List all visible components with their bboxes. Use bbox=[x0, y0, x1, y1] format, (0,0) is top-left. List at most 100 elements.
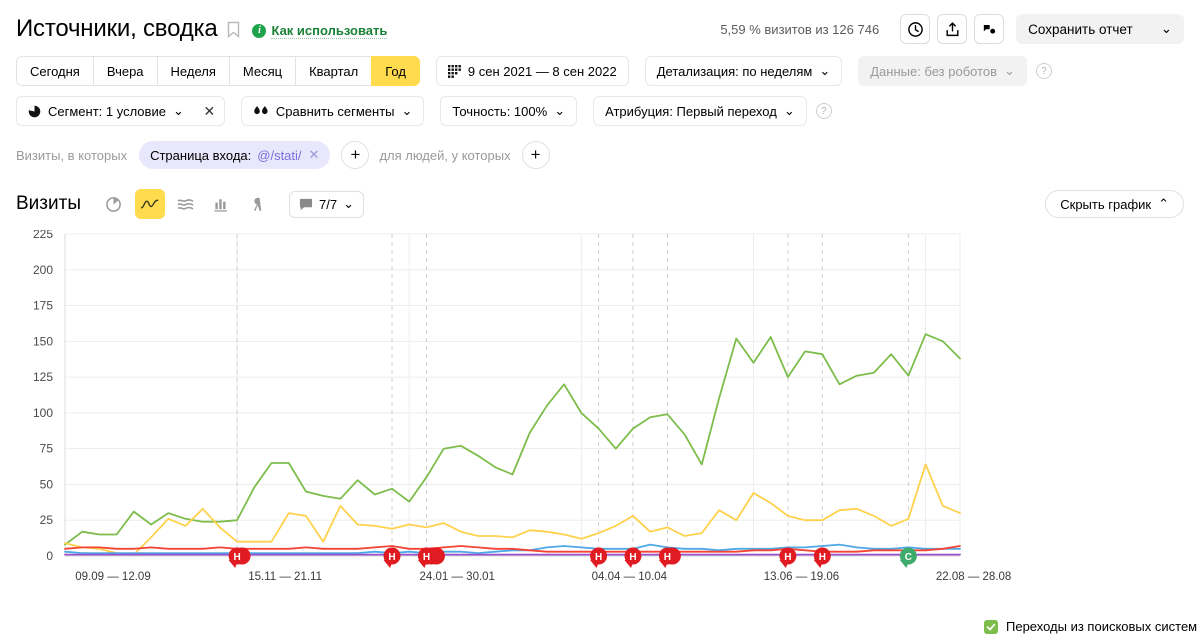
chevron-down-icon: ⌄ bbox=[1004, 63, 1015, 79]
x-axis-tick-label: 09.09 — 12.09 bbox=[75, 571, 150, 583]
chart-area: 025507510012515017520022509.09 — 12.0915… bbox=[0, 230, 1200, 590]
chart-header: Визиты bbox=[0, 188, 1200, 220]
y-axis-tick-label: 75 bbox=[40, 442, 54, 456]
chart-annotation-marker[interactable]: Н bbox=[418, 548, 445, 569]
annotation-letter: С bbox=[905, 552, 912, 563]
chart-comments-count: 7/7 bbox=[319, 197, 337, 212]
y-axis-tick-label: 50 bbox=[40, 477, 54, 491]
visits-line-chart[interactable]: 025507510012515017520022509.09 — 12.0915… bbox=[0, 230, 1200, 600]
calendar-icon bbox=[448, 65, 461, 78]
y-axis-tick-label: 200 bbox=[33, 263, 53, 277]
filter-prefix-label: Визиты, в которых bbox=[16, 148, 127, 163]
y-axis-tick-label: 225 bbox=[33, 230, 53, 241]
bar-chart-mode-button[interactable] bbox=[207, 189, 237, 219]
chart-series-line bbox=[65, 464, 960, 554]
segment-toolbar: Сегмент: 1 условие ⌄ ✕ Сравнить сегменты… bbox=[0, 96, 1200, 126]
page-header: Источники, сводка i Как использовать 5,5… bbox=[0, 0, 1200, 46]
segment-label: Сегмент: 1 условие bbox=[48, 104, 166, 119]
hide-chart-label: Скрыть график bbox=[1060, 197, 1151, 212]
filter-row: Визиты, в которых Страница входа: @/stat… bbox=[0, 140, 1200, 170]
chart-comments-dropdown[interactable]: 7/7 ⌄ bbox=[289, 191, 364, 218]
data-source-help-icon[interactable]: ? bbox=[1036, 63, 1052, 79]
share-icon-button[interactable] bbox=[937, 14, 967, 44]
filter-chip-label: Страница входа: bbox=[150, 148, 251, 163]
chart-legend: Переходы из поисковых систем Прямые захо… bbox=[984, 619, 1200, 641]
detail-level-dropdown[interactable]: Детализация: по неделям ⌄ bbox=[645, 56, 843, 86]
y-axis-tick-label: 150 bbox=[33, 334, 53, 348]
hide-chart-button[interactable]: Скрыть график ⌃ bbox=[1045, 190, 1184, 218]
how-to-use-link[interactable]: i Как использовать bbox=[252, 23, 387, 39]
chart-annotation-marker[interactable]: Н bbox=[659, 548, 681, 569]
chart-annotation-marker[interactable]: Н bbox=[779, 548, 796, 569]
visits-stat: 5,59 % визитов из 126 746 bbox=[720, 22, 879, 37]
x-axis-tick-label: 15.11 — 21.11 bbox=[248, 571, 322, 583]
period-button-yesterday[interactable]: Вчера bbox=[93, 56, 157, 86]
add-people-condition-button[interactable]: + bbox=[522, 141, 550, 169]
line-chart-mode-button[interactable] bbox=[135, 189, 165, 219]
accuracy-dropdown[interactable]: Точность: 100% ⌄ bbox=[440, 96, 577, 126]
detail-level-label: Детализация: по неделям bbox=[657, 64, 813, 79]
annotation-letter: Н bbox=[784, 552, 791, 563]
date-range-value: 9 сен 2021 — 8 сен 2022 bbox=[468, 64, 617, 79]
chart-annotation-marker[interactable]: Н bbox=[590, 548, 607, 569]
save-report-button[interactable]: Сохранить отчет ⌄ bbox=[1016, 14, 1184, 44]
period-button-year[interactable]: Год bbox=[371, 56, 420, 86]
compare-icon bbox=[253, 105, 269, 118]
y-axis-tick-label: 125 bbox=[33, 370, 53, 384]
chart-annotation-marker[interactable]: Н bbox=[229, 548, 251, 569]
annotation-letter: Н bbox=[233, 552, 240, 563]
how-to-use-label: Как использовать bbox=[271, 23, 387, 39]
map-pin-mode-button[interactable] bbox=[243, 189, 273, 219]
filter-chip-value: @/stati/ bbox=[257, 148, 301, 163]
close-icon[interactable]: ✕ bbox=[309, 147, 320, 163]
comment-icon-button[interactable] bbox=[974, 14, 1004, 44]
filter-chip-entrance-page[interactable]: Страница входа: @/stati/ ✕ bbox=[139, 141, 330, 169]
accuracy-label: Точность: 100% bbox=[452, 104, 547, 119]
period-button-today[interactable]: Сегодня bbox=[16, 56, 93, 86]
chevron-down-icon: ⌄ bbox=[343, 196, 354, 212]
chart-annotation-marker[interactable]: Н bbox=[624, 548, 641, 569]
legend-label: Переходы из поисковых систем bbox=[1006, 619, 1197, 634]
period-toolbar: Сегодня Вчера Неделя Месяц Квартал Год 9… bbox=[0, 56, 1200, 86]
comment-bubble-icon bbox=[299, 198, 313, 211]
line-chart-icon bbox=[140, 196, 159, 213]
attribution-help-icon[interactable]: ? bbox=[816, 103, 832, 119]
area-chart-icon bbox=[176, 196, 195, 213]
period-button-month[interactable]: Месяц bbox=[229, 56, 295, 86]
chart-annotation-marker[interactable]: Н bbox=[814, 548, 831, 569]
x-axis-tick-label: 24.01 — 30.01 bbox=[420, 571, 495, 583]
y-axis-tick-label: 175 bbox=[33, 299, 53, 313]
annotation-letter: Н bbox=[819, 552, 826, 563]
period-button-quarter[interactable]: Квартал bbox=[295, 56, 371, 86]
date-range-picker[interactable]: 9 сен 2021 — 8 сен 2022 bbox=[436, 56, 629, 86]
legend-swatch bbox=[984, 620, 998, 634]
metrica-report-page: Источники, сводка i Как использовать 5,5… bbox=[0, 0, 1200, 641]
period-button-week[interactable]: Неделя bbox=[157, 56, 229, 86]
chevron-down-icon: ⌄ bbox=[554, 103, 565, 119]
clock-icon bbox=[907, 21, 924, 38]
annotation-letter: Н bbox=[664, 552, 671, 563]
segment-dropdown[interactable]: Сегмент: 1 условие ⌄ bbox=[16, 96, 195, 126]
bar-chart-icon bbox=[213, 196, 230, 213]
share-icon bbox=[944, 21, 961, 38]
x-axis-tick-label: 22.08 — 28.08 bbox=[936, 571, 1011, 583]
clock-icon-button[interactable] bbox=[900, 14, 930, 44]
comment-icon bbox=[981, 21, 998, 38]
x-axis-tick-label: 13.06 — 19.06 bbox=[764, 571, 839, 583]
annotation-letter: Н bbox=[629, 552, 636, 563]
legend-item-search[interactable]: Переходы из поисковых систем bbox=[984, 619, 1200, 634]
segment-icon bbox=[28, 105, 41, 118]
pie-chart-mode-button[interactable] bbox=[99, 189, 129, 219]
map-pin-icon bbox=[249, 196, 266, 213]
add-visit-condition-button[interactable]: + bbox=[341, 141, 369, 169]
area-chart-mode-button[interactable] bbox=[171, 189, 201, 219]
attribution-dropdown[interactable]: Атрибуция: Первый переход ⌄ bbox=[593, 96, 807, 126]
filter-middle-label: для людей, у которых bbox=[379, 148, 510, 163]
bookmark-icon[interactable] bbox=[227, 21, 240, 38]
chart-annotation-marker[interactable]: С bbox=[900, 548, 917, 569]
segment-clear-button[interactable]: ✕ bbox=[195, 96, 225, 126]
data-source-dropdown[interactable]: Данные: без роботов ⌄ bbox=[858, 56, 1027, 86]
compare-segments-dropdown[interactable]: Сравнить сегменты ⌄ bbox=[241, 96, 425, 126]
chart-annotation-marker[interactable]: Н bbox=[384, 548, 401, 569]
chevron-down-icon: ⌄ bbox=[784, 103, 795, 119]
